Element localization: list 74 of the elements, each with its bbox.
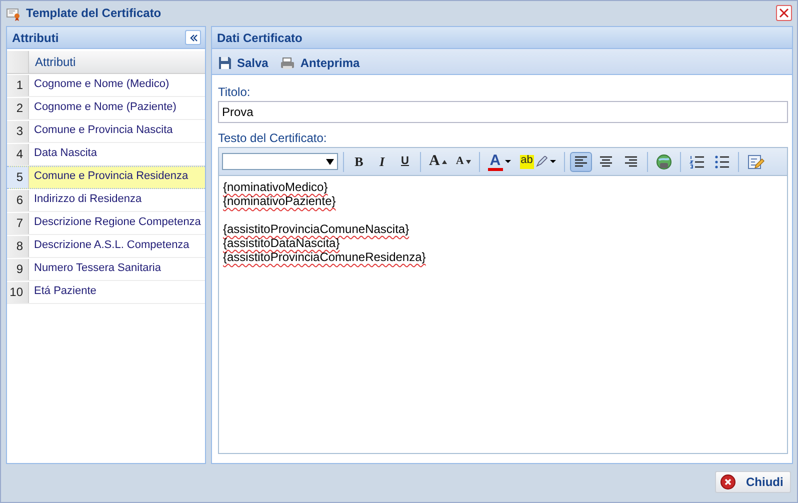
attribute-label: Data Nascita (33, 146, 97, 161)
attribute-row[interactable]: 7 Descrizione Regione Competenza (7, 212, 205, 235)
globe-icon (656, 154, 672, 170)
attribute-label: Comune e Provincia Nascita (33, 123, 173, 138)
placeholder-tag: {assistitoDataNascita} (223, 236, 340, 250)
collapse-button[interactable] (185, 30, 201, 45)
attribute-label: Descrizione A.S.L. Competenza (33, 238, 190, 253)
placeholder-tag: {assistitoProvinciaComuneResidenza} (223, 250, 426, 264)
collapse-icon (188, 32, 198, 42)
down-arrow-icon (466, 160, 471, 164)
grow-font-button[interactable]: A (426, 152, 450, 172)
attribute-row[interactable]: 8 Descrizione A.S.L. Competenza (7, 235, 205, 258)
edit-source-icon (746, 154, 765, 170)
attribute-row[interactable]: 1 Cognome e Nome (Medico) (7, 74, 205, 97)
attribute-label: Comune e Provincia Residenza (33, 169, 188, 184)
ordered-list-icon (688, 154, 705, 170)
attribute-row[interactable]: 2 Cognome e Nome (Paziente) (7, 97, 205, 120)
editor-area[interactable]: {nominativoMedico} {nominativoPaziente} {assistitoProvinciaComuneNascita} {assistitoDataNascita} {assistitoProvinciaComuneResidenza} (219, 176, 787, 282)
italic-button[interactable]: I (372, 152, 392, 172)
field-label: Testo del Certificato: (218, 130, 328, 147)
row-number: 4 (7, 144, 29, 165)
row-number: 5 (7, 167, 29, 188)
row-number: 2 (7, 98, 29, 119)
row-number: 7 (7, 213, 29, 234)
save-button[interactable]: Salva (218, 56, 268, 70)
close-button[interactable] (776, 5, 792, 21)
row-number: 8 (7, 236, 29, 257)
row-number: 1 (7, 75, 29, 96)
panel-title: Attributi (12, 30, 59, 44)
attribute-label: Cognome e Nome (Medico) (33, 77, 170, 92)
row-number: 3 (7, 121, 29, 142)
placeholder-tag: {nominativoPaziente} (223, 194, 336, 208)
bold-button[interactable]: B (349, 152, 369, 172)
window-title: Template del Certificato (26, 6, 162, 20)
printer-icon (280, 56, 296, 70)
font-select[interactable] (222, 153, 338, 170)
underline-button[interactable]: U (395, 152, 415, 172)
preview-button[interactable]: Anteprima (280, 56, 360, 70)
attribute-row[interactable]: 10 Etá Paziente (7, 281, 205, 304)
panel-title: Dati Certificato (212, 27, 792, 49)
error-icon (720, 474, 736, 490)
attribute-label: Numero Tessera Sanitaria (33, 261, 161, 276)
align-center-icon (598, 154, 614, 170)
row-number: 10 (7, 282, 29, 303)
align-left-button[interactable] (570, 152, 592, 172)
column-title: Attributi (34, 54, 76, 71)
attribute-label: Indirizzo di Residenza (33, 192, 142, 207)
attribute-row[interactable]: 6 Indirizzo di Residenza (7, 189, 205, 212)
attribute-row[interactable]: 5 Comune e Provincia Residenza (7, 166, 205, 189)
attribute-label: Etá Paziente (33, 284, 96, 299)
row-number: 6 (7, 190, 29, 211)
attribute-label: Descrizione Regione Competenza (33, 215, 201, 230)
placeholder-tag: {nominativoMedico} (223, 180, 328, 194)
certificate-icon (6, 6, 21, 20)
caret-icon (550, 160, 556, 163)
shrink-font-button[interactable]: A (452, 152, 474, 172)
title-field[interactable]: Prova (218, 101, 788, 123)
align-left-icon (572, 154, 589, 170)
attribute-label: Cognome e Nome (Paziente) (33, 100, 176, 115)
align-right-icon (622, 154, 639, 170)
highlight-button[interactable]: ab (516, 152, 559, 172)
close-dialog-button[interactable]: Chiudi (715, 471, 791, 493)
attribute-row[interactable]: 9 Numero Tessera Sanitaria (7, 258, 205, 281)
field-label: Titolo: (218, 84, 252, 101)
dropdown-caret-icon (326, 158, 334, 164)
pencil-icon (536, 156, 548, 167)
font-color-button[interactable]: A (484, 152, 514, 172)
close-icon (779, 8, 789, 18)
caret-icon (504, 160, 511, 163)
row-number: 9 (7, 259, 29, 280)
attribute-row[interactable]: 3 Comune e Provincia Nascita (7, 120, 205, 143)
up-arrow-icon (442, 160, 447, 164)
placeholder-tag: {assistitoProvinciaComuneNascita} (223, 222, 410, 236)
bullet-list-icon (714, 154, 730, 170)
